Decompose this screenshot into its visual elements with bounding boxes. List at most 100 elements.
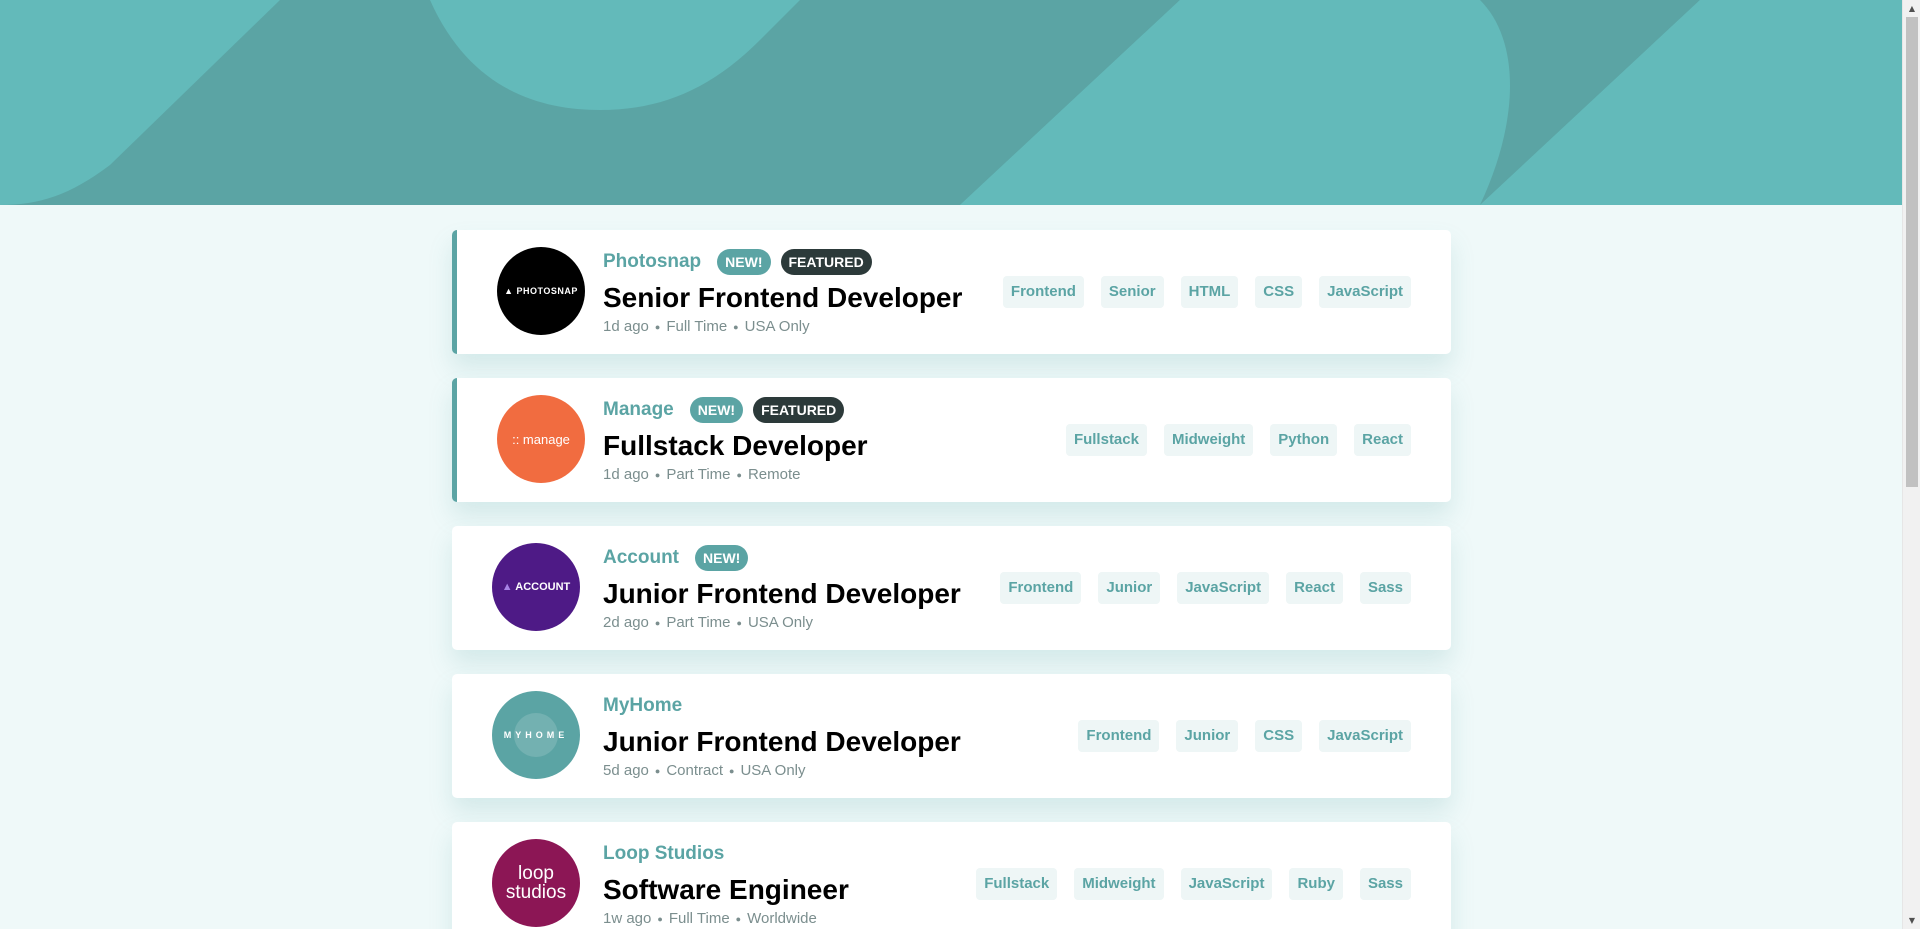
job-info: MyHome Junior Frontend Developer 5d ago …: [603, 692, 961, 779]
dot-separator: ●: [733, 321, 739, 332]
featured-badge: FEATURED: [753, 397, 845, 423]
job-card[interactable]: ▲ ACCOUNT Account NEW! Junior Frontend D…: [452, 526, 1451, 650]
company-row: MyHome: [603, 692, 961, 720]
company-name[interactable]: Account: [603, 547, 679, 569]
scrollbar-thumb[interactable]: [1906, 17, 1918, 487]
filter-tag[interactable]: Fullstack: [976, 868, 1058, 900]
tag-list: Frontend Senior HTML CSS JavaScript: [986, 276, 1411, 308]
dot-separator: ●: [654, 617, 661, 628]
contract-type: Contract: [666, 762, 724, 779]
job-title[interactable]: Junior Frontend Developer: [603, 724, 961, 760]
new-badge: NEW!: [717, 249, 771, 275]
job-info: Photosnap NEW! FEATURED Senior Frontend …: [603, 248, 962, 335]
company-row: Loop Studios: [603, 840, 849, 868]
filter-tag[interactable]: Midweight: [1163, 424, 1254, 456]
filter-tag[interactable]: HTML: [1180, 276, 1239, 308]
featured-badge: FEATURED: [780, 249, 872, 275]
location: Remote: [747, 466, 801, 483]
job-title[interactable]: Senior Frontend Developer: [603, 280, 962, 316]
company-row: Account NEW!: [603, 544, 961, 572]
filter-tag[interactable]: JavaScript: [1180, 868, 1273, 900]
company-name[interactable]: Photosnap: [603, 251, 701, 273]
scroll-up-icon[interactable]: ▲: [1903, 0, 1920, 17]
logo-text: ACCOUNT: [515, 581, 571, 593]
vertical-scrollbar[interactable]: ▲ ▼: [1902, 0, 1920, 929]
filter-tag[interactable]: JavaScript: [1319, 720, 1411, 752]
dot-separator: ●: [657, 913, 663, 924]
contract-type: Full Time: [666, 318, 728, 335]
filter-tag[interactable]: Frontend: [1002, 276, 1084, 308]
filter-tag[interactable]: React: [1286, 572, 1343, 604]
company-logo: MYHOME: [492, 691, 580, 779]
company-logo: loop studios: [492, 839, 580, 927]
filter-tag[interactable]: JavaScript: [1177, 572, 1270, 604]
location: USA Only: [740, 762, 806, 779]
company-logo: ▲ PHOTOSNAP: [497, 247, 585, 335]
tag-list: Fullstack Midweight JavaScript Ruby Sass: [959, 868, 1411, 900]
filter-tag[interactable]: Frontend: [1078, 720, 1160, 752]
filter-tag[interactable]: Junior: [1098, 572, 1161, 604]
posted-at: 2d ago: [603, 614, 649, 631]
filter-tag[interactable]: CSS: [1255, 720, 1303, 752]
filter-tag[interactable]: Junior: [1176, 720, 1239, 752]
logo-text: MYHOME: [503, 730, 569, 740]
filter-tag[interactable]: Sass: [1359, 868, 1411, 900]
dot-separator: ●: [736, 469, 742, 480]
filter-tag[interactable]: Fullstack: [1065, 424, 1147, 456]
job-card[interactable]: MYHOME MyHome Junior Frontend Developer …: [452, 674, 1451, 798]
dot-separator: ●: [654, 765, 661, 776]
job-title[interactable]: Software Engineer: [603, 872, 849, 908]
filter-tag[interactable]: CSS: [1255, 276, 1303, 308]
posted-at: 1d ago: [603, 466, 649, 483]
job-meta: 1d ago ● Full Time ● USA Only: [603, 318, 962, 335]
posted-at: 1w ago: [603, 910, 652, 927]
job-meta: 1w ago ● Full Time ● Worldwide: [603, 910, 849, 927]
location: USA Only: [747, 614, 813, 631]
job-card[interactable]: ▲ PHOTOSNAP Photosnap NEW! FEATURED Seni…: [452, 230, 1451, 354]
tag-list: Frontend Junior CSS JavaScript: [1061, 720, 1411, 752]
job-card[interactable]: :: manage Manage NEW! FEATURED Fullstack…: [452, 378, 1451, 502]
job-card[interactable]: loop studios Loop Studios Software Engin…: [452, 822, 1451, 929]
job-title[interactable]: Fullstack Developer: [603, 428, 868, 464]
job-info: Account NEW! Junior Frontend Developer 2…: [603, 544, 961, 631]
logo-text: PHOTOSNAP: [516, 286, 578, 296]
posted-at: 1d ago: [603, 318, 649, 335]
company-name[interactable]: Manage: [603, 399, 674, 421]
dot-separator: ●: [729, 765, 735, 776]
posted-at: 5d ago: [603, 762, 649, 779]
dot-separator: ●: [654, 321, 661, 332]
filter-tag[interactable]: Python: [1270, 424, 1338, 456]
filter-tag[interactable]: JavaScript: [1319, 276, 1411, 308]
job-info: Manage NEW! FEATURED Fullstack Developer…: [603, 396, 868, 483]
scroll-down-icon[interactable]: ▼: [1903, 912, 1920, 929]
dot-separator: ●: [736, 617, 742, 628]
filter-tag[interactable]: Midweight: [1074, 868, 1164, 900]
dot-separator: ●: [735, 913, 742, 924]
header-pattern: [0, 0, 1902, 205]
company-name[interactable]: Loop Studios: [603, 843, 724, 865]
contract-type: Part Time: [666, 614, 731, 631]
job-meta: 2d ago ● Part Time ● USA Only: [603, 614, 961, 631]
job-list: ▲ PHOTOSNAP Photosnap NEW! FEATURED Seni…: [452, 230, 1451, 929]
tag-list: Fullstack Midweight Python React: [1049, 424, 1411, 456]
tag-list: Frontend Junior JavaScript React Sass: [983, 572, 1411, 604]
new-badge: NEW!: [689, 397, 744, 423]
contract-type: Part Time: [666, 466, 731, 483]
filter-tag[interactable]: Sass: [1359, 572, 1411, 604]
company-row: Photosnap NEW! FEATURED: [603, 248, 962, 276]
job-meta: 1d ago ● Part Time ● Remote: [603, 466, 868, 483]
dot-separator: ●: [654, 469, 661, 480]
company-row: Manage NEW! FEATURED: [603, 396, 868, 424]
filter-tag[interactable]: Ruby: [1289, 868, 1343, 900]
company-logo: :: manage: [497, 395, 585, 483]
filter-tag[interactable]: Senior: [1100, 276, 1164, 308]
filter-tag[interactable]: React: [1354, 424, 1411, 456]
new-badge: NEW!: [695, 545, 749, 571]
company-logo: ▲ ACCOUNT: [492, 543, 580, 631]
location: USA Only: [744, 318, 810, 335]
company-name[interactable]: MyHome: [603, 695, 682, 717]
job-title[interactable]: Junior Frontend Developer: [603, 576, 961, 612]
logo-text: loop: [518, 863, 554, 884]
filter-tag[interactable]: Frontend: [1000, 572, 1082, 604]
job-info: Loop Studios Software Engineer 1w ago ● …: [603, 840, 849, 927]
